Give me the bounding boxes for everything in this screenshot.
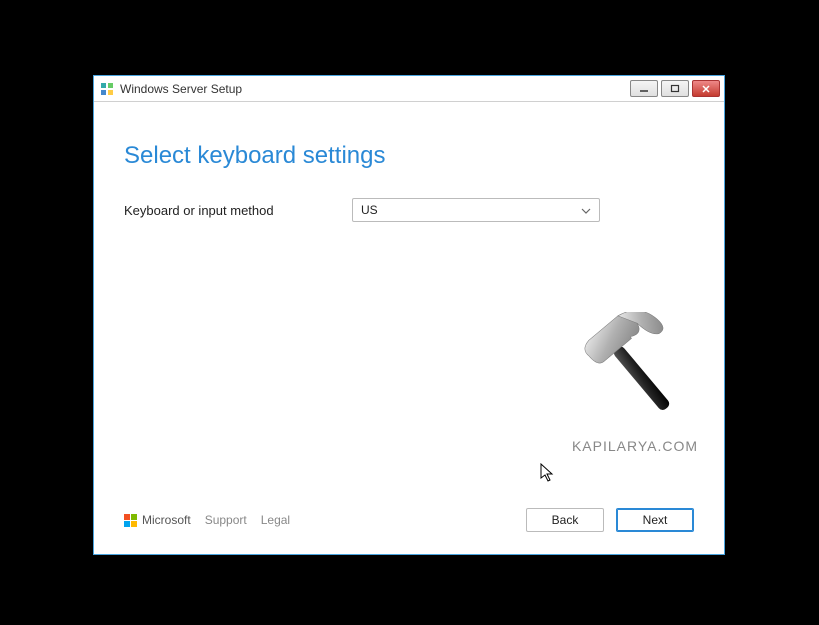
cursor-icon [540, 463, 556, 486]
window-title: Windows Server Setup [120, 82, 630, 96]
hammer-icon [570, 312, 700, 432]
app-icon [100, 82, 114, 96]
keyboard-row: Keyboard or input method US [124, 198, 694, 222]
chevron-down-icon [581, 203, 591, 217]
window-controls [630, 80, 720, 97]
titlebar: Windows Server Setup [94, 76, 724, 102]
support-link[interactable]: Support [205, 513, 247, 527]
microsoft-logo: Microsoft [124, 513, 191, 527]
footer-left: Microsoft Support Legal [124, 513, 290, 527]
microsoft-logo-icon [124, 514, 137, 527]
back-button[interactable]: Back [526, 508, 604, 532]
keyboard-value: US [361, 203, 378, 217]
watermark: KAPILARYA.COM [570, 312, 700, 454]
maximize-button[interactable] [661, 80, 689, 97]
watermark-text: KAPILARYA.COM [570, 438, 700, 454]
setup-window: Windows Server Setup Select keyboard set… [93, 75, 725, 555]
minimize-button[interactable] [630, 80, 658, 97]
keyboard-label: Keyboard or input method [124, 203, 324, 218]
keyboard-dropdown[interactable]: US [352, 198, 600, 222]
microsoft-label: Microsoft [142, 513, 191, 527]
page-heading: Select keyboard settings [124, 142, 694, 170]
footer-right: Back Next [526, 508, 694, 532]
footer: Microsoft Support Legal Back Next [124, 508, 694, 532]
close-button[interactable] [692, 80, 720, 97]
next-button[interactable]: Next [616, 508, 694, 532]
content-area: Select keyboard settings Keyboard or inp… [94, 102, 724, 554]
legal-link[interactable]: Legal [261, 513, 290, 527]
